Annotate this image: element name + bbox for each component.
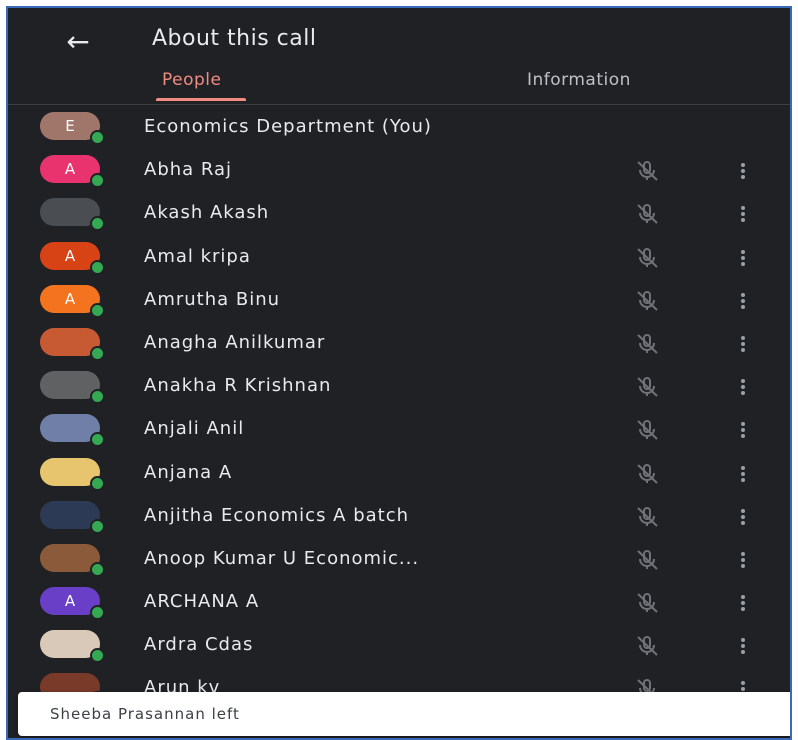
participant-name: Abha Raj xyxy=(144,159,233,181)
mic-off-icon xyxy=(634,462,662,486)
participant-row[interactable]: Akash Akash xyxy=(8,192,790,235)
more-vertical-icon[interactable] xyxy=(738,507,748,527)
participant-row[interactable]: A Abha Raj xyxy=(8,149,790,192)
page-title: About this call xyxy=(152,26,317,51)
more-vertical-icon[interactable] xyxy=(738,161,748,181)
participant-row[interactable]: A ARCHANA A xyxy=(8,581,790,624)
more-vertical-icon[interactable] xyxy=(738,420,748,440)
mic-off-icon xyxy=(634,159,662,183)
participant-name: Amrutha Binu xyxy=(144,288,281,310)
more-vertical-icon[interactable] xyxy=(738,464,748,484)
more-vertical-icon[interactable] xyxy=(738,204,748,224)
online-status-dot xyxy=(90,345,105,361)
participant-name: Anakha R Krishnan xyxy=(144,375,332,397)
online-status-dot xyxy=(90,605,105,621)
online-status-dot xyxy=(90,475,105,491)
online-status-dot xyxy=(90,648,105,664)
participant-row[interactable]: Ardra Cdas xyxy=(8,624,790,667)
mic-off-icon xyxy=(634,418,662,442)
online-status-dot xyxy=(90,130,105,145)
back-button[interactable]: ← xyxy=(60,24,96,60)
mic-off-icon xyxy=(634,375,662,399)
participant-row[interactable]: Anagha Anilkumar xyxy=(8,322,790,365)
arrow-left-icon: ← xyxy=(66,25,90,58)
participant-row[interactable]: Anjali Anil xyxy=(8,408,790,451)
online-status-dot xyxy=(90,259,105,275)
participant-row[interactable]: A Amal kripa xyxy=(8,236,790,279)
participant-row[interactable]: Anoop Kumar U Economic... xyxy=(8,538,790,581)
mic-off-icon xyxy=(634,505,662,529)
online-status-dot xyxy=(90,432,105,448)
call-screen: ← About this call People Information E Ec… xyxy=(6,6,792,740)
header: ← About this call People Information xyxy=(8,8,790,106)
participant-name: Economics Department (You) xyxy=(144,116,432,137)
mic-off-icon xyxy=(634,591,662,615)
participant-list: E Economics Department (You) A Abha Raj Akas… xyxy=(8,106,790,711)
mic-off-icon xyxy=(634,634,662,658)
more-vertical-icon[interactable] xyxy=(738,291,748,311)
snackbar-text: Sheeba Prasannan left xyxy=(50,705,240,723)
participant-row[interactable]: E Economics Department (You) xyxy=(8,106,790,149)
mic-off-icon xyxy=(634,202,662,226)
participant-name: Anjitha Economics A batch xyxy=(144,504,410,526)
online-status-dot xyxy=(90,389,105,405)
mic-off-icon xyxy=(634,246,662,270)
participant-row[interactable]: Anjitha Economics A batch xyxy=(8,495,790,538)
more-vertical-icon[interactable] xyxy=(738,334,748,354)
mic-off-icon xyxy=(634,548,662,572)
online-status-dot xyxy=(90,216,105,232)
snackbar: Sheeba Prasannan left xyxy=(18,692,790,736)
participant-name: Akash Akash xyxy=(144,202,270,224)
mic-off-icon xyxy=(634,289,662,313)
participant-name: ARCHANA A xyxy=(144,591,260,613)
participant-name: Anjana A xyxy=(144,461,233,483)
participant-name: Amal kripa xyxy=(144,245,251,267)
participant-name: Anoop Kumar U Economic... xyxy=(144,547,420,569)
online-status-dot xyxy=(90,302,105,318)
divider xyxy=(8,104,790,105)
more-vertical-icon[interactable] xyxy=(738,248,748,268)
participant-row[interactable]: Anjana A xyxy=(8,452,790,495)
mic-off-icon xyxy=(634,332,662,356)
more-vertical-icon[interactable] xyxy=(738,636,748,656)
participant-name: Anagha Anilkumar xyxy=(144,331,326,353)
participant-row[interactable]: A Amrutha Binu xyxy=(8,279,790,322)
online-status-dot xyxy=(90,518,105,534)
more-vertical-icon[interactable] xyxy=(738,377,748,397)
online-status-dot xyxy=(90,173,105,189)
more-vertical-icon[interactable] xyxy=(738,593,748,613)
tab-people[interactable]: People xyxy=(162,70,221,90)
more-vertical-icon[interactable] xyxy=(738,550,748,570)
participant-name: Anjali Anil xyxy=(144,418,245,440)
active-tab-indicator xyxy=(156,98,246,101)
tab-information[interactable]: Information xyxy=(527,70,631,90)
participant-row[interactable]: Anakha R Krishnan xyxy=(8,365,790,408)
online-status-dot xyxy=(90,561,105,577)
participant-name: Ardra Cdas xyxy=(144,634,254,656)
